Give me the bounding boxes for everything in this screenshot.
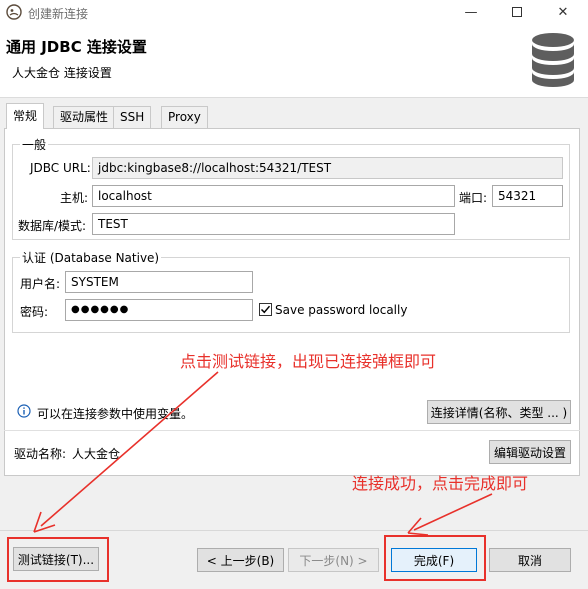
annotation-arrowhead-finish [407,517,429,536]
annotation-arrows [33,371,493,536]
annotation-arrow-test [40,371,219,527]
tab-general[interactable]: 常规 [6,103,45,129]
annotation-arrow-finish [413,493,493,531]
